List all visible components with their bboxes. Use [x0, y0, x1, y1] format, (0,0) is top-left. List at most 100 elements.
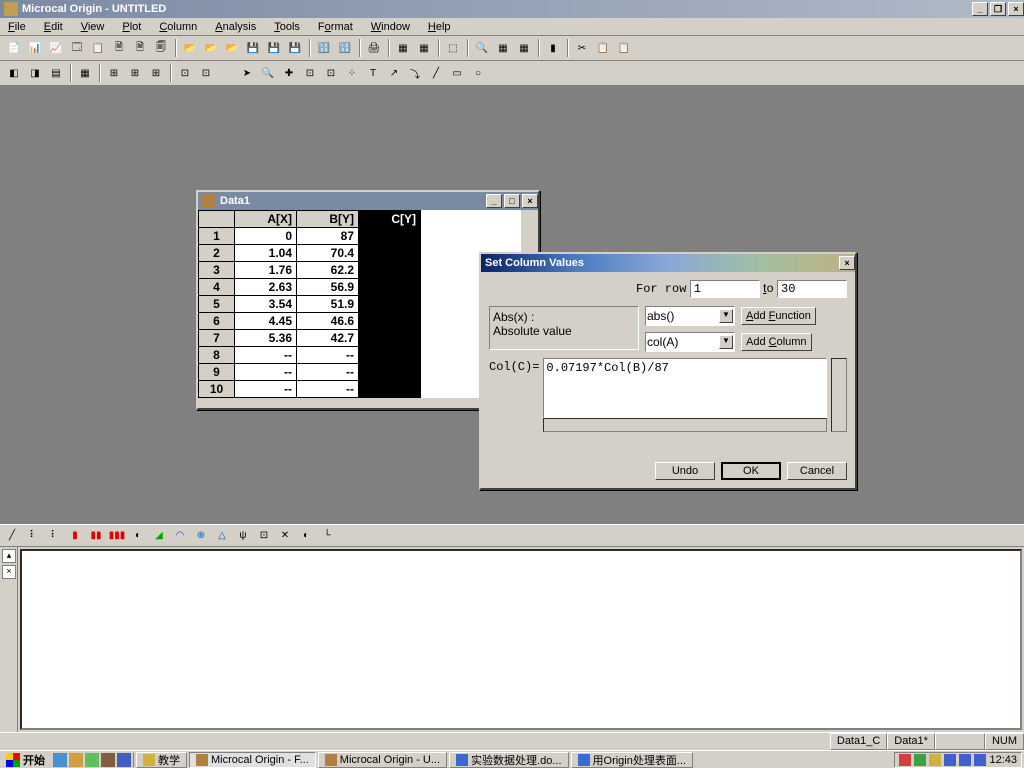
gt-box[interactable]: ⊡ [254, 526, 274, 546]
cell-b[interactable]: 51.9 [297, 296, 359, 313]
tb-new[interactable]: 📄 [4, 38, 24, 58]
row-header[interactable]: 4 [199, 279, 235, 296]
tray-icon-4[interactable] [944, 754, 956, 766]
cell-a[interactable]: 0 [235, 228, 297, 245]
tb-misc4[interactable]: ▦ [493, 38, 513, 58]
gt-hist[interactable]: ψ [233, 526, 253, 546]
tb-new7[interactable]: 🗎 [130, 38, 150, 58]
tb-new4[interactable]: 🗔 [67, 38, 87, 58]
tb-misc3[interactable]: ⬚ [443, 38, 463, 58]
results-tab-x[interactable]: × [2, 565, 16, 579]
tb2-4[interactable]: ▦ [75, 63, 95, 83]
cell-c[interactable] [359, 330, 421, 347]
menu-window[interactable]: Window [367, 21, 414, 33]
tb-reader2[interactable]: ⊡ [321, 63, 341, 83]
cell-a[interactable]: -- [235, 364, 297, 381]
tb2-7[interactable]: ⊞ [146, 63, 166, 83]
cell-b[interactable]: -- [297, 364, 359, 381]
tb-new2[interactable]: 📊 [25, 38, 45, 58]
tb-arrow[interactable]: ↗ [384, 63, 404, 83]
tb2-8[interactable]: ⊡ [175, 63, 195, 83]
row-from-input[interactable] [690, 280, 760, 298]
row-header[interactable]: 1 [199, 228, 235, 245]
tb-misc5[interactable]: ▦ [514, 38, 534, 58]
tb-new3[interactable]: 📈 [46, 38, 66, 58]
gt-col[interactable]: ▮▮ [86, 526, 106, 546]
tb-open3[interactable]: 📂 [222, 38, 242, 58]
add-function-button[interactable]: Add Function [741, 307, 816, 325]
col-header-c[interactable]: C[Y] [359, 211, 421, 228]
taskbar-item-3[interactable]: 实验数据处理.do... [449, 752, 568, 768]
add-column-button[interactable]: Add Column [741, 333, 812, 351]
tb-save3[interactable]: 💾 [285, 38, 305, 58]
undo-button[interactable]: Undo [655, 462, 715, 480]
col-header-b[interactable]: B[Y] [297, 211, 359, 228]
dialog-titlebar[interactable]: Set Column Values × [481, 254, 855, 272]
results-tab-up[interactable]: ▴ [2, 549, 16, 563]
cell-a[interactable]: 1.76 [235, 262, 297, 279]
ql-ie-icon[interactable] [53, 753, 67, 767]
tb-zoomin[interactable]: 🔍 [258, 63, 278, 83]
taskbar-item-0[interactable]: 教学 [136, 752, 187, 768]
cell-c[interactable] [359, 364, 421, 381]
menu-plot[interactable]: Plot [118, 21, 145, 33]
cell-c[interactable] [359, 279, 421, 296]
cell-b[interactable]: 87 [297, 228, 359, 245]
tb-pointer[interactable]: ➤ [237, 63, 257, 83]
cell-b[interactable]: 46.6 [297, 313, 359, 330]
tb-circle[interactable]: ○ [468, 63, 488, 83]
menu-tools[interactable]: Tools [270, 21, 304, 33]
tb-save2[interactable]: 💾 [264, 38, 284, 58]
cell-b[interactable]: 70.4 [297, 245, 359, 262]
tb2-3[interactable]: ▤ [46, 63, 66, 83]
cell-a[interactable]: -- [235, 381, 297, 398]
gt-polar[interactable]: ⊕ [191, 526, 211, 546]
cell-a[interactable]: 5.36 [235, 330, 297, 347]
cell-c[interactable] [359, 381, 421, 398]
taskbar-item-4[interactable]: 用Origin处理表面... [571, 752, 694, 768]
column-select[interactable]: col(A)▼ [645, 332, 735, 352]
tb-new6[interactable]: 🗎 [109, 38, 129, 58]
ql-5-icon[interactable] [117, 753, 131, 767]
gt-misc3[interactable]: └ [317, 526, 337, 546]
tb-print[interactable]: 🖨 [364, 38, 384, 58]
gt-area[interactable]: ◢ [149, 526, 169, 546]
tray-icon-5[interactable] [959, 754, 971, 766]
cell-b[interactable]: 56.9 [297, 279, 359, 296]
system-tray[interactable]: 12:43 [894, 752, 1022, 768]
tb-new8[interactable]: 🗐 [151, 38, 171, 58]
row-header[interactable]: 3 [199, 262, 235, 279]
col-header-a[interactable]: A[X] [235, 211, 297, 228]
gt-misc2[interactable]: ◐ [296, 526, 316, 546]
gt-linescatter[interactable]: ⠇ [44, 526, 64, 546]
expr-vscroll[interactable] [831, 358, 847, 432]
tb-cross[interactable]: ✚ [279, 63, 299, 83]
gt-pie[interactable]: ◐ [128, 526, 148, 546]
tb-reader3[interactable]: ⁘ [342, 63, 362, 83]
function-select[interactable]: abs()▼ [645, 306, 735, 326]
tb-zoom[interactable]: 🔍 [472, 38, 492, 58]
cancel-button[interactable]: Cancel [787, 462, 847, 480]
taskbar-item-1[interactable]: Microcal Origin - F... [189, 752, 316, 768]
menu-analysis[interactable]: Analysis [211, 21, 260, 33]
cell-b[interactable]: 42.7 [297, 330, 359, 347]
cell-c[interactable] [359, 347, 421, 364]
tb-misc2[interactable]: ▦ [414, 38, 434, 58]
minimize-button[interactable]: _ [972, 2, 988, 16]
menu-edit[interactable]: Edit [40, 21, 67, 33]
cell-b[interactable]: 62.2 [297, 262, 359, 279]
tray-clock[interactable]: 12:43 [989, 754, 1017, 766]
expr-hscroll[interactable] [543, 418, 827, 432]
tb-open[interactable]: 📂 [180, 38, 200, 58]
cell-c[interactable] [359, 262, 421, 279]
cell-a[interactable]: 2.63 [235, 279, 297, 296]
tb-copy[interactable]: 📋 [593, 38, 613, 58]
tray-icon-1[interactable] [899, 754, 911, 766]
menu-help[interactable]: Help [424, 21, 455, 33]
ok-button[interactable]: OK [721, 462, 781, 480]
tb-save[interactable]: 💾 [243, 38, 263, 58]
tray-icon-2[interactable] [914, 754, 926, 766]
cell-a[interactable]: 1.04 [235, 245, 297, 262]
row-header[interactable]: 5 [199, 296, 235, 313]
tb-text[interactable]: T [363, 63, 383, 83]
